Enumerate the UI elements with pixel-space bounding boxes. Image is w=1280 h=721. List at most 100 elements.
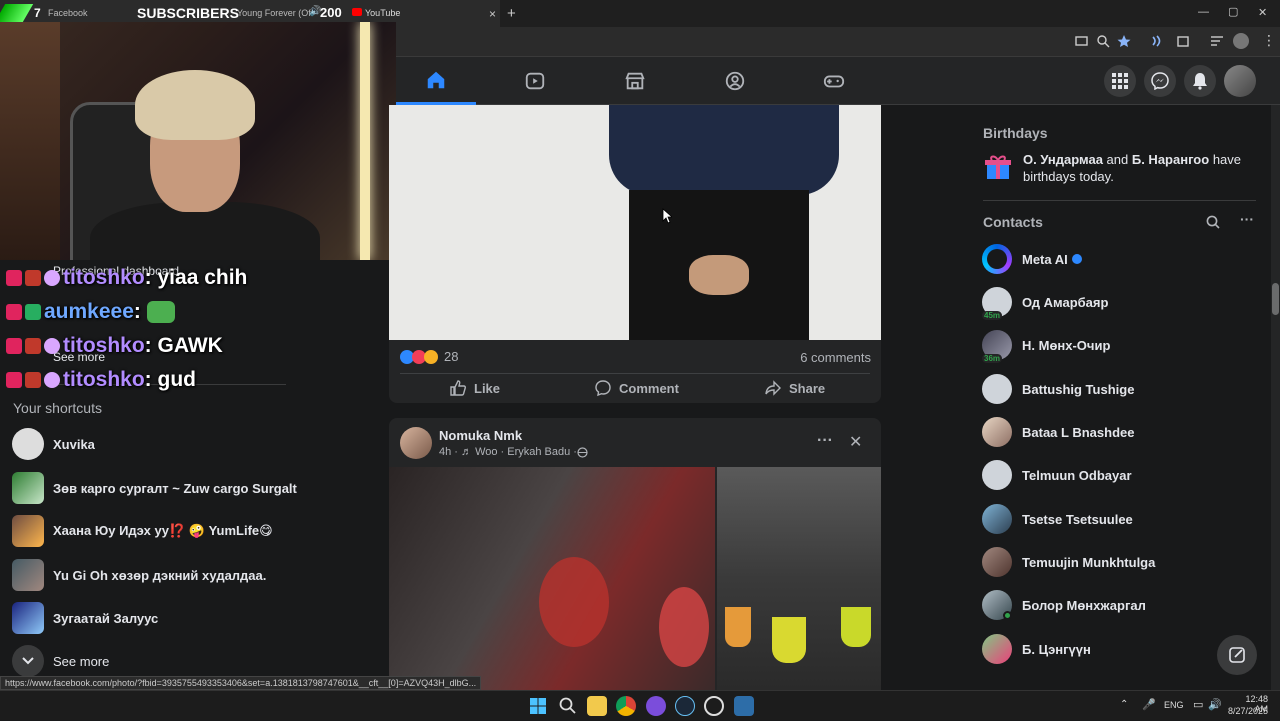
post-photo-left[interactable] (389, 467, 715, 690)
contact-name: Bataa L Bnashdee (1022, 424, 1135, 440)
extensions-puzzle-icon[interactable] (1176, 34, 1190, 48)
contact-item[interactable]: Болор Мөнхжаргал (982, 588, 1146, 622)
tab-close-icon[interactable]: × (489, 7, 496, 21)
shortcut-item[interactable]: Зугаатай Залуус (12, 600, 158, 636)
nav-home[interactable] (396, 57, 476, 105)
nav-marketplace[interactable] (595, 57, 675, 105)
contact-avatar (982, 634, 1012, 664)
comments-count[interactable]: 6 comments (800, 350, 871, 365)
volume-icon[interactable]: 🔊 (1208, 698, 1222, 711)
verified-icon (1071, 254, 1082, 264)
author-name[interactable]: Nomuka Nmk (439, 428, 522, 443)
discord-icon[interactable] (646, 696, 666, 716)
chat-text: yiaa chih (157, 266, 248, 289)
page-scrollbar[interactable] (1271, 105, 1280, 690)
photo-red-art (659, 587, 709, 667)
divider (400, 373, 870, 374)
bookmark-star-icon[interactable] (1117, 34, 1131, 48)
maximize-button[interactable]: ▢ (1228, 5, 1238, 18)
cast-icon[interactable] (1075, 35, 1088, 48)
heart-badge-icon (6, 338, 22, 354)
mouse-cursor-icon (662, 208, 672, 224)
menu-grid-button[interactable] (1104, 65, 1136, 97)
share-label: Share (789, 380, 826, 396)
og-badge-icon (25, 372, 41, 388)
post-close-button[interactable]: ✕ (849, 432, 862, 452)
contact-name: Battushig Tushige (1022, 381, 1135, 397)
contacts-options-icon[interactable]: ··· (1240, 211, 1254, 227)
calculator-icon[interactable] (734, 696, 754, 716)
contact-item[interactable]: 36m Н. Мөнх-Очир (982, 328, 1110, 363)
notifications-button[interactable] (1184, 65, 1216, 97)
reading-list-icon[interactable] (1210, 35, 1224, 47)
chat-username: titoshko (63, 334, 145, 357)
browser-menu-icon[interactable]: ⋮ (1262, 32, 1276, 49)
see-more-bottom-label: See more (53, 653, 110, 669)
steam-icon[interactable] (675, 696, 695, 716)
post-photo-right[interactable] (717, 467, 881, 690)
profile-avatar[interactable] (1224, 65, 1256, 97)
shortcuts-title: Your shortcuts (13, 400, 102, 416)
shortcut-label: Xuvika (53, 436, 95, 452)
nav-gaming[interactable] (794, 57, 874, 105)
taskbar-search-icon[interactable] (558, 696, 578, 716)
gift-icon (985, 155, 1011, 179)
nav-groups[interactable] (695, 57, 775, 105)
nav-video[interactable] (495, 57, 575, 105)
comment-button[interactable]: Comment (594, 379, 679, 397)
network-icon[interactable]: ▭ (1193, 698, 1203, 711)
contact-item[interactable]: Temuujin Munkhtulga (982, 545, 1155, 579)
shortcut-item[interactable]: Yu Gi Oh хөзөр дэкний худалдаа. (12, 557, 266, 593)
new-message-button[interactable] (1217, 635, 1257, 675)
minimize-button[interactable]: — (1198, 6, 1209, 18)
messenger-button[interactable] (1144, 65, 1176, 97)
share-button[interactable]: Share (764, 379, 825, 397)
shortcut-item[interactable]: Зөв карго сургалт ~ Zuw cargo Surgalt (12, 470, 297, 506)
contact-item[interactable]: Б. Цэнгүүн (982, 632, 1091, 666)
post-photo[interactable] (389, 105, 881, 340)
contact-avatar (982, 547, 1012, 577)
contact-item[interactable]: Bataa L Bnashdee (982, 415, 1134, 449)
tab-count: 7 (34, 6, 41, 20)
shortcut-thumbnail (12, 559, 44, 591)
extension-sound-icon[interactable] (1150, 34, 1164, 48)
contact-avatar (982, 590, 1012, 620)
og-badge-icon (25, 270, 41, 286)
gamepad-icon (823, 75, 845, 88)
video-icon (525, 72, 545, 90)
heart-badge-icon (6, 372, 22, 388)
chat-message: titoshko: GAWK (6, 331, 223, 361)
close-window-button[interactable]: ✕ (1258, 6, 1267, 19)
tray-chevron-icon[interactable]: ⌃ (1120, 699, 1128, 710)
app-circle-icon[interactable] (704, 696, 724, 716)
contact-item[interactable]: 45m Од Амарбаяр (982, 285, 1108, 320)
author-avatar[interactable] (400, 427, 432, 459)
shortcut-item[interactable]: Xuvika (12, 426, 95, 462)
new-tab-button[interactable]: + (507, 5, 516, 22)
zoom-icon[interactable] (1097, 35, 1110, 48)
see-more-bottom-button[interactable]: See more (12, 643, 109, 679)
subscriber-count: 200 (320, 5, 342, 20)
chrome-icon[interactable] (616, 696, 636, 716)
file-explorer-icon[interactable] (587, 696, 607, 716)
contact-item[interactable]: Meta AI (982, 242, 1082, 276)
search-icon[interactable] (1206, 215, 1220, 229)
start-button[interactable] (528, 696, 548, 716)
photo-red-art (539, 557, 609, 647)
contact-item[interactable]: Battushig Tushige (982, 372, 1134, 406)
birthday-notice[interactable]: О. Ундармаа and Б. Нарангоо have birthda… (982, 151, 1252, 185)
scrollbar-thumb[interactable] (1272, 283, 1279, 315)
og-badge-icon (25, 338, 41, 354)
reactions-summary[interactable]: 28 (400, 349, 458, 364)
like-button[interactable]: Like (449, 379, 500, 397)
youtube-label: YouTube (365, 8, 401, 18)
post-more-button[interactable]: ··· (817, 432, 833, 450)
browser-profile-avatar[interactable] (1233, 33, 1249, 49)
clock-date[interactable]: 8/27/2025 (1227, 706, 1268, 716)
shortcut-item[interactable]: Хаана Юу Идэх уу⁉️ 🤪 YumLife😋 (12, 513, 273, 549)
language-indicator[interactable]: ENG (1164, 700, 1184, 710)
mic-icon[interactable]: 🎤 (1142, 698, 1156, 711)
reaction-count: 28 (444, 349, 459, 364)
contact-item[interactable]: Tsetse Tsetsuulee (982, 502, 1133, 536)
contact-item[interactable]: Telmuun Odbayar (982, 458, 1132, 492)
